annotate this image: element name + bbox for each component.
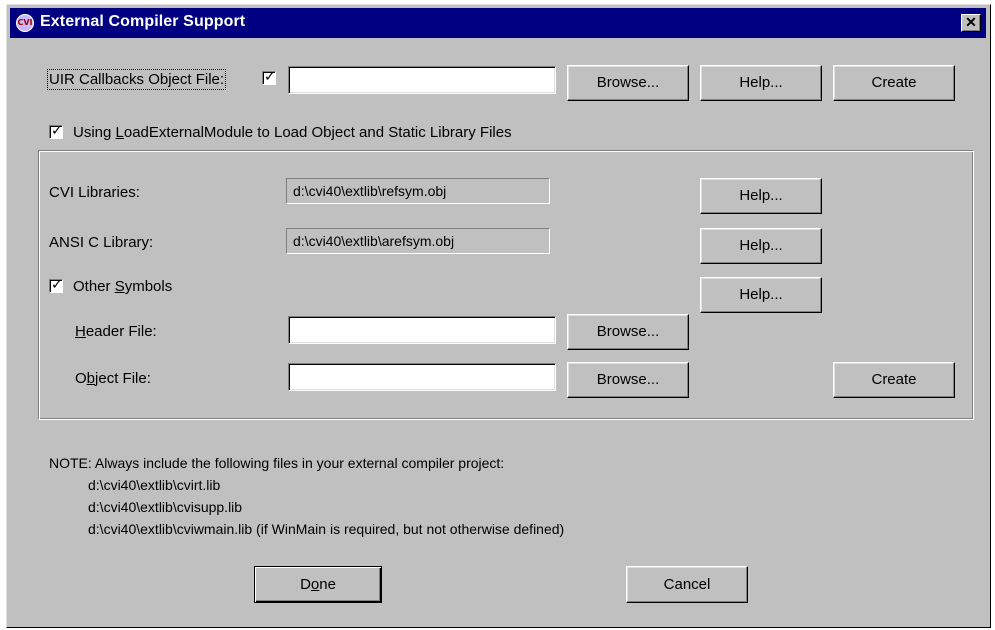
checkmark-icon: ✓ bbox=[264, 69, 276, 85]
close-button[interactable]: ✕ bbox=[961, 14, 981, 32]
cvi-libraries-label: CVI Libraries: bbox=[49, 184, 140, 201]
header-file-input[interactable] bbox=[288, 316, 556, 344]
load-external-module-label: Using LoadExternalModule to Load Object … bbox=[73, 124, 512, 141]
uir-browse-button[interactable]: Browse... bbox=[567, 65, 689, 101]
header-file-label: Header File: bbox=[75, 323, 157, 340]
checkmark-icon: ✓ bbox=[51, 123, 63, 139]
other-symbols-checkbox[interactable]: ✓ bbox=[49, 277, 63, 293]
object-file-browse-button[interactable]: Browse... bbox=[567, 362, 689, 398]
note-file-item: d:\cvi40\extlib\cviwmain.lib (if WinMain… bbox=[88, 521, 565, 537]
uir-object-file-input[interactable] bbox=[288, 66, 556, 94]
ansi-c-library-path: d:\cvi40\extlib\arefsym.obj bbox=[286, 228, 550, 254]
header-file-browse-button[interactable]: Browse... bbox=[567, 314, 689, 350]
object-file-input[interactable] bbox=[288, 363, 556, 391]
other-symbols-label: Other Symbols bbox=[73, 278, 173, 295]
uir-callbacks-label: UIR Callbacks Object File: bbox=[46, 69, 227, 90]
uir-help-button[interactable]: Help... bbox=[700, 65, 822, 101]
note-file-item: d:\cvi40\extlib\cvisupp.lib bbox=[88, 499, 243, 515]
object-file-label: Object File: bbox=[75, 370, 151, 387]
ansi-c-help-button[interactable]: Help... bbox=[700, 228, 822, 264]
note-heading: NOTE: Always include the following files… bbox=[49, 455, 505, 471]
done-button[interactable]: Done bbox=[254, 566, 382, 603]
uir-create-button[interactable]: Create bbox=[833, 65, 955, 101]
other-symbols-create-button[interactable]: Create bbox=[833, 362, 955, 398]
load-external-module-checkbox[interactable]: ✓ bbox=[49, 123, 63, 139]
ansi-c-library-label: ANSI C Library: bbox=[49, 234, 154, 251]
cancel-button[interactable]: Cancel bbox=[626, 566, 748, 603]
title-bar[interactable]: CVI External Compiler Support ✕ bbox=[10, 8, 986, 38]
cvi-libraries-help-button[interactable]: Help... bbox=[700, 178, 822, 214]
checkmark-icon: ✓ bbox=[51, 277, 63, 293]
note-file-item: d:\cvi40\extlib\cvirt.lib bbox=[88, 477, 221, 493]
cvi-libraries-path: d:\cvi40\extlib\refsym.obj bbox=[286, 178, 550, 204]
dialog-title: External Compiler Support bbox=[40, 13, 246, 30]
cvi-app-icon: CVI bbox=[16, 14, 34, 32]
close-icon: ✕ bbox=[965, 14, 977, 30]
uir-callbacks-checkbox[interactable]: ✓ bbox=[262, 69, 276, 85]
other-symbols-help-button[interactable]: Help... bbox=[700, 277, 822, 313]
